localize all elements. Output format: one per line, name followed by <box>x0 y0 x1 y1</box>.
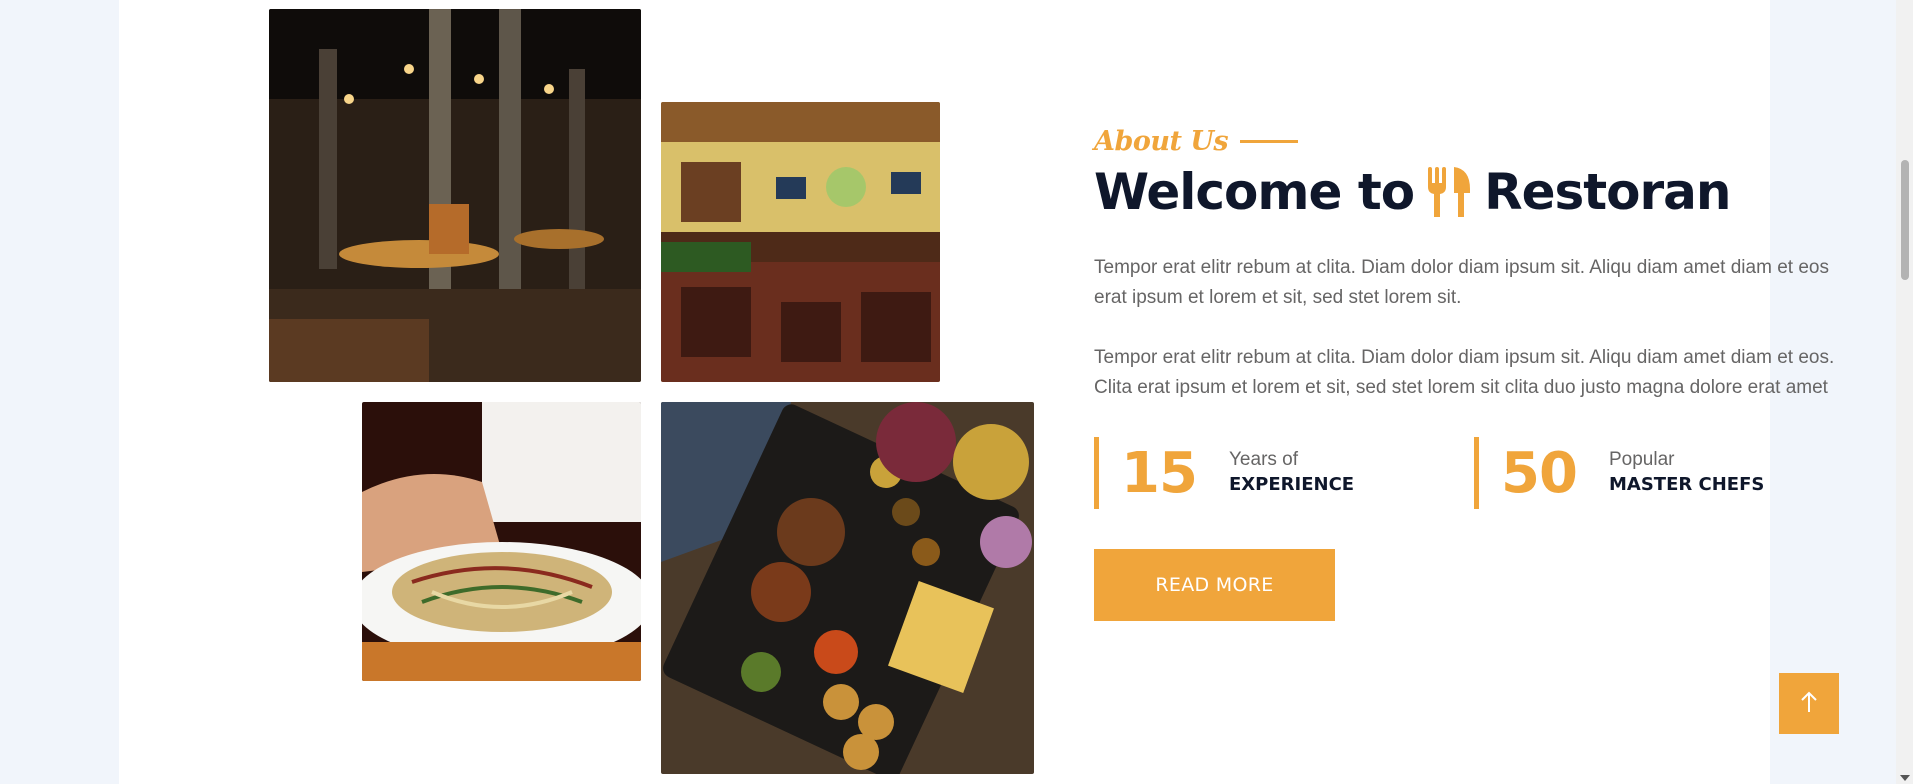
arrow-up-icon <box>1800 691 1818 716</box>
stat-number: 50 <box>1501 440 1578 506</box>
heading-brand: Restoran <box>1484 163 1731 221</box>
utensils-icon <box>1426 165 1472 219</box>
section-subtitle: About Us <box>1094 126 1854 157</box>
read-more-button[interactable]: READ MORE <box>1094 549 1335 621</box>
heading-prefix: Welcome to <box>1094 163 1415 221</box>
about-paragraph-1: Tempor erat elitr rebum at clita. Diam d… <box>1094 257 1829 308</box>
scrollbar-thumb[interactable] <box>1901 160 1909 280</box>
stat-label-line2: EXPERIENCE <box>1229 474 1355 495</box>
scroll-down-arrow-icon[interactable] <box>1900 775 1910 781</box>
about-image-interior-dark <box>269 9 641 382</box>
stat-label: Popular MASTER CHEFS <box>1609 448 1764 498</box>
section-heading: Welcome to Restoran <box>1094 163 1854 221</box>
stat-number: 15 <box>1121 440 1198 506</box>
about-content: About Us Welcome to Restoran Tempor erat… <box>1094 126 1854 621</box>
back-to-top-button[interactable] <box>1779 673 1839 734</box>
stat-label: Years of EXPERIENCE <box>1229 448 1354 498</box>
subtitle-text: About Us <box>1094 126 1229 157</box>
about-paragraph-2: Tempor erat elitr rebum at clita. Diam d… <box>1094 347 1835 398</box>
stats-row: 15 Years of EXPERIENCE 50 Popular MASTER… <box>1094 437 1854 509</box>
about-image-platter <box>661 402 1034 774</box>
subtitle-divider <box>1240 140 1299 143</box>
stat-chefs: 50 Popular MASTER CHEFS <box>1474 437 1854 509</box>
about-image-interior-bright <box>661 102 940 382</box>
stat-label-line1: Popular <box>1609 449 1675 470</box>
stat-label-line2: MASTER CHEFS <box>1609 474 1765 495</box>
stat-label-line1: Years of <box>1229 449 1299 470</box>
vertical-scrollbar[interactable] <box>1896 0 1913 784</box>
stat-experience: 15 Years of EXPERIENCE <box>1094 437 1474 509</box>
about-section: About Us Welcome to Restoran Tempor erat… <box>119 0 1834 784</box>
about-image-pasta <box>362 402 641 681</box>
